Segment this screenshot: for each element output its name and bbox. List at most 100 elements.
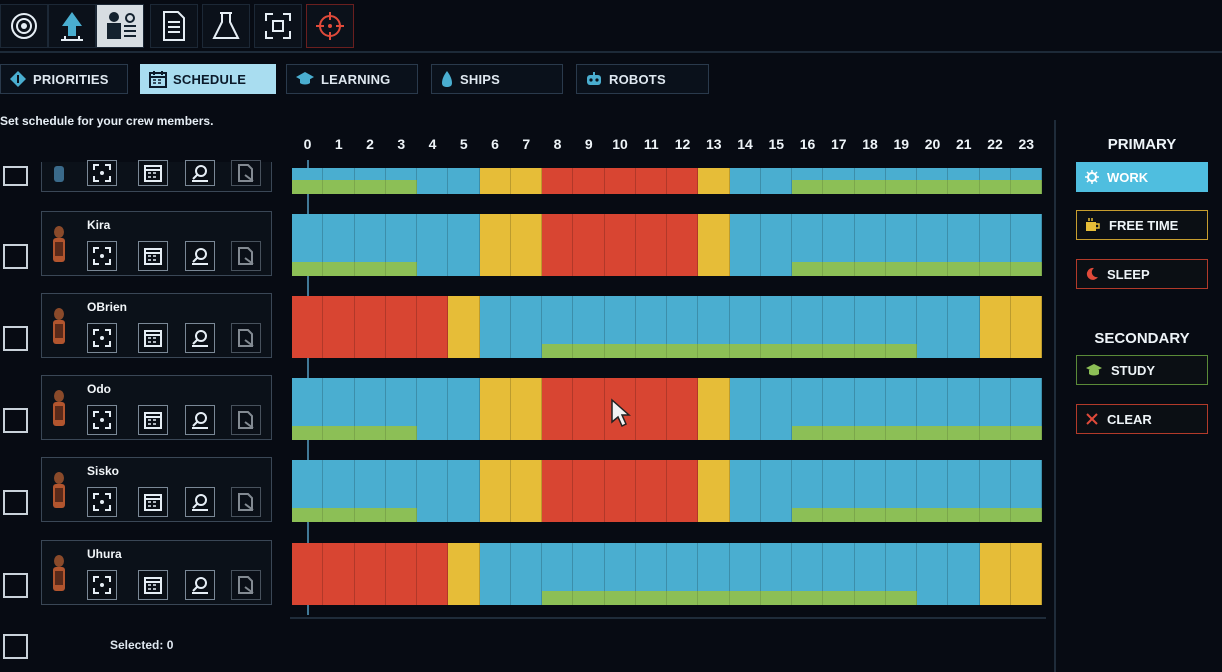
schedule-cell[interactable] — [479, 378, 511, 440]
focus-crew-button[interactable] — [87, 241, 117, 271]
crew-card[interactable]: Sisko — [41, 457, 272, 522]
schedule-cell[interactable] — [354, 543, 386, 605]
schedule-cell[interactable] — [948, 543, 980, 605]
schedule-cell[interactable] — [542, 168, 574, 194]
schedule-cell[interactable] — [448, 543, 480, 605]
crew-notes-button[interactable] — [231, 241, 261, 271]
inspect-crew-button[interactable] — [185, 160, 215, 186]
schedule-cell[interactable] — [729, 168, 761, 194]
schedule-cell[interactable] — [385, 296, 417, 358]
tab-learning[interactable]: LEARNING — [286, 64, 418, 94]
schedule-cell[interactable] — [667, 378, 699, 440]
schedule-cell[interactable] — [635, 168, 667, 194]
schedule-cell[interactable] — [542, 460, 574, 522]
schedule-cell[interactable] — [698, 378, 730, 440]
schedule-cell[interactable] — [698, 460, 730, 522]
free-time-button[interactable]: FREE TIME — [1076, 210, 1208, 240]
sleep-button[interactable]: SLEEP — [1076, 259, 1208, 289]
schedule-cell[interactable] — [948, 296, 980, 358]
schedule-cell[interactable] — [542, 378, 574, 440]
schedule-cell[interactable] — [542, 214, 574, 276]
crew-select-checkbox[interactable] — [3, 244, 28, 269]
study-button[interactable]: STUDY — [1076, 355, 1208, 385]
schedule-cell[interactable] — [417, 460, 449, 522]
schedule-cell[interactable] — [292, 296, 324, 358]
schedule-cell[interactable] — [635, 378, 667, 440]
crew-schedule-button[interactable] — [138, 570, 168, 600]
schedule-cell[interactable] — [323, 543, 355, 605]
crew-schedule-button[interactable] — [138, 241, 168, 271]
crew-select-checkbox[interactable] — [3, 490, 28, 515]
schedule-cell[interactable] — [448, 296, 480, 358]
schedule-cell[interactable] — [604, 214, 636, 276]
crew-select-checkbox[interactable] — [3, 408, 28, 433]
focus-button[interactable] — [254, 4, 302, 48]
schedule-cell[interactable] — [292, 543, 324, 605]
schedule-cell[interactable] — [573, 460, 605, 522]
schedule-cell[interactable] — [323, 296, 355, 358]
schedule-cell[interactable] — [698, 168, 730, 194]
schedule-cell[interactable] — [917, 543, 949, 605]
schedule-cell[interactable] — [917, 296, 949, 358]
schedule-cell[interactable] — [760, 378, 792, 440]
schedule-cell[interactable] — [510, 378, 542, 440]
schedule-cell[interactable] — [510, 296, 542, 358]
focus-crew-button[interactable] — [87, 487, 117, 517]
document-button[interactable] — [150, 4, 198, 48]
schedule-cell[interactable] — [479, 214, 511, 276]
schedule-cell[interactable] — [573, 214, 605, 276]
research-button[interactable] — [202, 4, 250, 48]
schedule-cell[interactable] — [510, 214, 542, 276]
schedule-cell[interactable] — [479, 296, 511, 358]
crew-card[interactable]: Odo — [41, 375, 272, 440]
schedule-cell[interactable] — [417, 296, 449, 358]
schedule-cell[interactable] — [417, 214, 449, 276]
schedule-cell[interactable] — [604, 460, 636, 522]
inspect-crew-button[interactable] — [185, 570, 215, 600]
crew-card[interactable]: Uhura — [41, 540, 272, 605]
crew-select-checkbox[interactable] — [3, 326, 28, 351]
tab-robots[interactable]: ROBOTS — [576, 64, 709, 94]
schedule-cell[interactable] — [479, 460, 511, 522]
schedule-cell[interactable] — [760, 460, 792, 522]
select-all-checkbox[interactable] — [3, 634, 28, 659]
crew-card[interactable] — [41, 160, 272, 192]
schedule-cell[interactable] — [635, 214, 667, 276]
schedule-cell[interactable] — [479, 543, 511, 605]
schedule-cell[interactable] — [479, 168, 511, 194]
target-button[interactable] — [0, 4, 48, 48]
crew-card[interactable]: OBrien — [41, 293, 272, 358]
upgrade-button[interactable] — [48, 4, 96, 48]
schedule-cell[interactable] — [573, 168, 605, 194]
schedule-cell[interactable] — [448, 214, 480, 276]
crew-notes-button[interactable] — [231, 570, 261, 600]
crew-schedule-button[interactable] — [138, 323, 168, 353]
crew-schedule-button[interactable] — [138, 487, 168, 517]
schedule-cell[interactable] — [510, 460, 542, 522]
tab-schedule[interactable]: SCHEDULE — [140, 64, 276, 94]
schedule-cell[interactable] — [417, 378, 449, 440]
work-button[interactable]: WORK — [1076, 162, 1208, 192]
schedule-cell[interactable] — [729, 460, 761, 522]
schedule-cell[interactable] — [1010, 543, 1042, 605]
schedule-cell[interactable] — [635, 460, 667, 522]
crew-select-checkbox[interactable] — [3, 573, 28, 598]
focus-crew-button[interactable] — [87, 160, 117, 186]
schedule-cell[interactable] — [448, 460, 480, 522]
schedule-cell[interactable] — [510, 543, 542, 605]
crew-card[interactable]: Kira — [41, 211, 272, 276]
schedule-cell[interactable] — [510, 168, 542, 194]
schedule-cell[interactable] — [604, 168, 636, 194]
crew-select-checkbox[interactable] — [3, 166, 28, 186]
schedule-cell[interactable] — [729, 378, 761, 440]
schedule-cell[interactable] — [1010, 296, 1042, 358]
inspect-crew-button[interactable] — [185, 405, 215, 435]
schedule-cell[interactable] — [385, 543, 417, 605]
schedule-cell[interactable] — [979, 296, 1011, 358]
schedule-cell[interactable] — [667, 214, 699, 276]
clear-button[interactable]: CLEAR — [1076, 404, 1208, 434]
schedule-cell[interactable] — [573, 378, 605, 440]
schedule-cell[interactable] — [979, 543, 1011, 605]
schedule-cell[interactable] — [417, 168, 449, 194]
schedule-cell[interactable] — [667, 460, 699, 522]
